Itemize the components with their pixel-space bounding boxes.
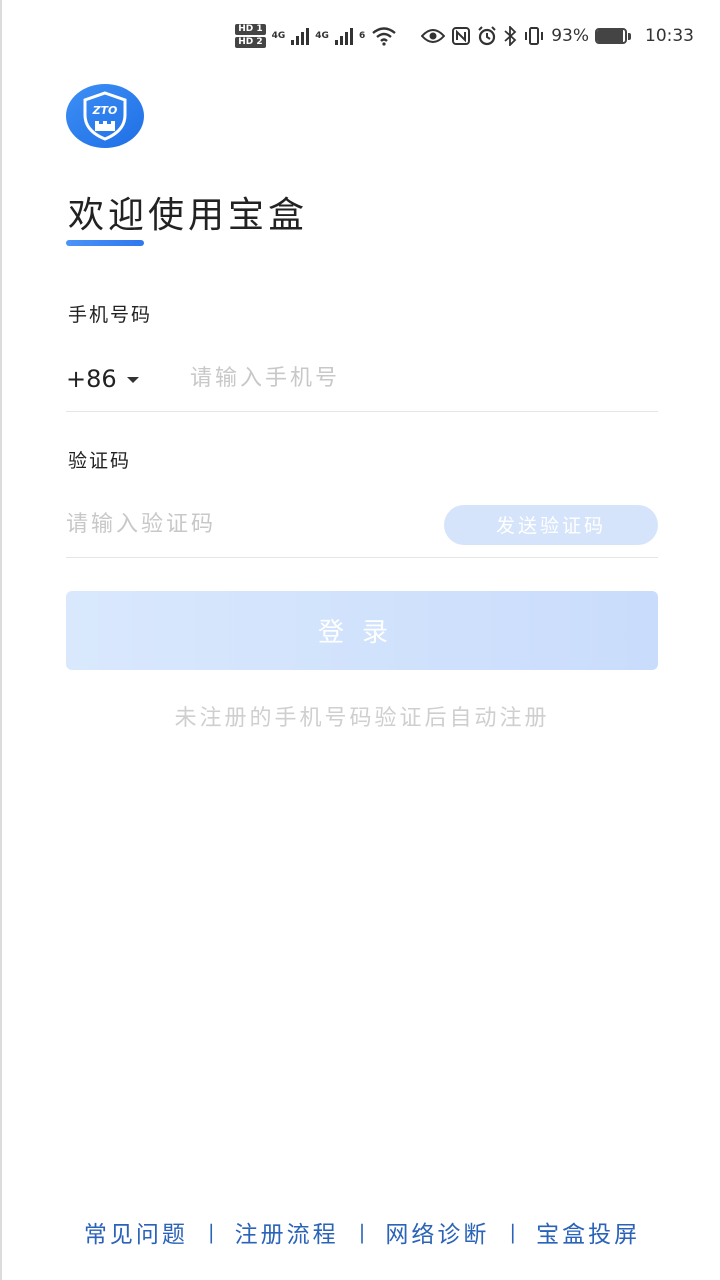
battery-icon	[595, 28, 631, 44]
wifi-generation: 6	[358, 31, 366, 41]
title-underline	[66, 240, 144, 246]
logo-text: ZTO	[92, 104, 118, 117]
system-icons: 93% 10:33	[421, 26, 694, 46]
code-input[interactable]	[66, 504, 426, 545]
footer-separator: |	[358, 1220, 366, 1244]
alarm-icon	[478, 26, 496, 46]
battery-percent: 93%	[551, 26, 589, 46]
footer-link-network-diagnosis[interactable]: 网络诊断	[385, 1215, 489, 1249]
send-code-button[interactable]: 发送验证码	[444, 504, 658, 545]
footer-separator: |	[207, 1220, 215, 1244]
sim1-badge: HD 1	[235, 24, 266, 35]
network-type-1: 4G	[271, 31, 286, 41]
sim-indicators: HD 1 HD 2 4G 4G 6	[235, 24, 397, 48]
network-type-2: 4G	[315, 31, 329, 41]
signal-icon	[291, 27, 310, 45]
footer-link-screen-cast[interactable]: 宝盒投屏	[536, 1215, 640, 1249]
wifi-icon	[372, 27, 396, 46]
country-code-value: +86	[66, 364, 117, 393]
sim2-badge: HD 2	[235, 37, 266, 48]
footer-link-faq[interactable]: 常见问题	[84, 1215, 188, 1249]
footer-links: 常见问题 | 注册流程 | 网络诊断 | 宝盒投屏	[2, 1210, 720, 1254]
footer-link-register-process[interactable]: 注册流程	[235, 1215, 339, 1249]
eye-icon	[421, 29, 446, 43]
app-logo: ZTO	[66, 84, 144, 148]
phone-input[interactable]	[190, 358, 610, 399]
nfc-icon	[452, 27, 471, 45]
login-screen: HD 1 HD 2 4G 4G 6 93% 10:33 ZTO 欢迎使用宝盒 手…	[0, 0, 720, 1280]
phone-label: 手机号码	[68, 304, 153, 326]
shield-logo-icon: ZTO	[83, 91, 127, 141]
phone-row: +86	[66, 346, 658, 412]
clock: 10:33	[645, 26, 694, 46]
page-title: 欢迎使用宝盒	[68, 195, 309, 236]
vibrate-icon	[525, 27, 544, 45]
bluetooth-icon	[504, 26, 517, 46]
auto-register-hint: 未注册的手机号码验证后自动注册	[174, 706, 550, 731]
status-bar: HD 1 HD 2 4G 4G 6 93% 10:33	[2, 0, 720, 72]
footer-separator: |	[509, 1220, 517, 1244]
code-label: 验证码	[68, 450, 132, 472]
country-code-select[interactable]: +86	[66, 365, 190, 393]
login-button[interactable]: 登录	[66, 591, 658, 670]
caret-down-icon	[126, 376, 139, 383]
signal-icon-2	[334, 27, 353, 45]
code-row: 发送验证码	[66, 492, 658, 558]
